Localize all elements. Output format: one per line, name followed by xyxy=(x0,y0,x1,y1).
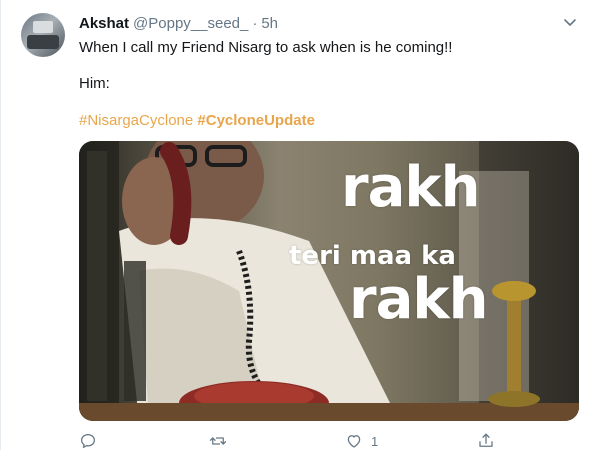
tweet-text-line-2: Him: xyxy=(79,75,110,92)
hashtags: #NisargaCyclone #CycloneUpdate xyxy=(79,111,315,130)
gif-caption-line-3: rakh xyxy=(349,267,489,332)
hashtag-link-cycloneupdate[interactable]: #CycloneUpdate xyxy=(197,112,315,129)
retweet-icon xyxy=(209,437,227,445)
tweet-actions: 1 xyxy=(79,431,579,450)
display-name[interactable]: Akshat xyxy=(79,15,129,32)
media-gif[interactable]: rakh teri maa ka rakh xyxy=(79,141,579,421)
avatar[interactable] xyxy=(21,13,65,57)
separator-dot: · xyxy=(252,15,258,32)
like-count: 1 xyxy=(371,433,379,449)
heart-icon xyxy=(347,435,361,448)
retweet-button[interactable] xyxy=(209,431,227,450)
chevron-down-icon[interactable] xyxy=(563,16,577,28)
tweet-header: Akshat @Poppy__seed_ · 5h xyxy=(79,15,278,33)
gif-caption-line-1: rakh xyxy=(341,155,481,220)
tweet-text-line-1: When I call my Friend Nisarg to ask when… xyxy=(79,39,453,56)
like-button[interactable]: 1 xyxy=(345,431,378,450)
timestamp[interactable]: 5h xyxy=(261,15,278,32)
tweet-card[interactable]: Akshat @Poppy__seed_ · 5h When I call my Fr… xyxy=(0,0,600,450)
share-button[interactable] xyxy=(477,431,495,450)
reply-icon xyxy=(80,433,96,449)
user-handle[interactable]: @Poppy__seed_ xyxy=(133,15,248,32)
share-icon xyxy=(479,433,493,447)
hashtag-link-nisargacyclone[interactable]: #NisargaCyclone xyxy=(79,112,193,129)
reply-button[interactable] xyxy=(79,431,97,450)
gif-scene-image xyxy=(79,141,579,421)
